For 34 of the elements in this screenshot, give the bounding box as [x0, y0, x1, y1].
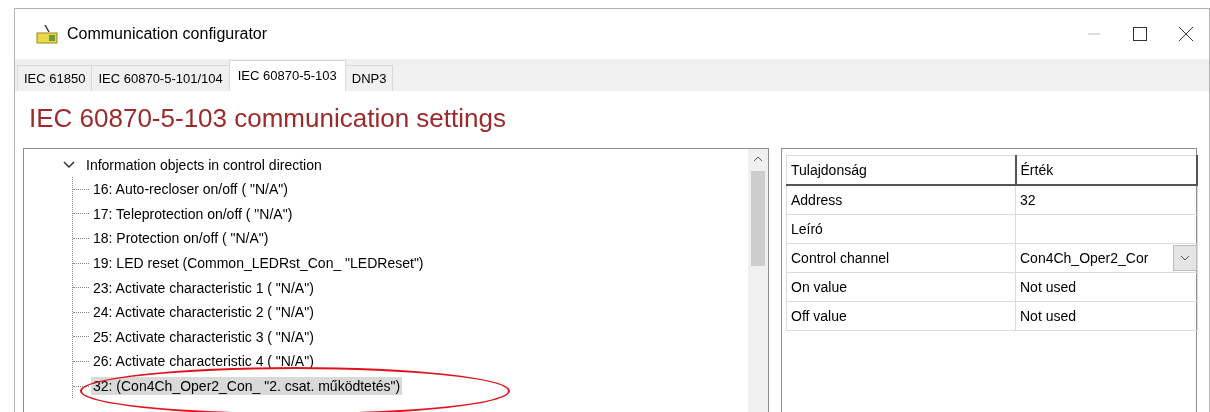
- app-icon: [35, 23, 59, 45]
- tab[interactable]: IEC 61850: [17, 65, 93, 91]
- column-header[interactable]: Érték: [1015, 155, 1197, 185]
- property-name: Off value: [786, 301, 1016, 331]
- scrollbar-thumb[interactable]: [751, 171, 765, 266]
- tree-item[interactable]: 25: Activate characteristic 3 ( "N/A"): [91, 327, 316, 346]
- caret-icon: [1179, 255, 1190, 261]
- property-dropdown[interactable]: Con4Ch_Oper2_Cor: [1015, 243, 1197, 273]
- tree-item[interactable]: 24: Activate characteristic 2 ( "N/A"): [91, 303, 316, 322]
- property-value[interactable]: Not used: [1015, 272, 1197, 302]
- page-heading: IEC 60870-5-103 communication settings: [28, 102, 507, 135]
- tree-item[interactable]: 23: Activate characteristic 1 ( "N/A"): [91, 278, 316, 297]
- tab[interactable]: IEC 60870-5-103: [228, 60, 346, 91]
- tree-item[interactable]: 19: LED reset (Common_LEDRst_Con_ "LEDReset"): [91, 254, 426, 273]
- tree-item[interactable]: 16: Auto-recloser on/off ( "N/A"): [91, 180, 290, 199]
- tree-item[interactable]: 18: Protection on/off ( "N/A"): [91, 229, 271, 248]
- tab[interactable]: DNP3: [344, 65, 394, 91]
- close-icon: [1179, 27, 1193, 41]
- column-header[interactable]: Tulajdonság: [786, 155, 1016, 185]
- property-name: On value: [786, 272, 1016, 302]
- property-name: Address: [786, 185, 1016, 215]
- scrollbar[interactable]: [748, 149, 768, 412]
- maximize-icon: [1133, 27, 1147, 41]
- minimize-icon: [1088, 33, 1100, 35]
- property-value[interactable]: 32: [1015, 185, 1197, 215]
- property-value[interactable]: Not used: [1015, 301, 1197, 331]
- scroll-up-icon[interactable]: [753, 156, 763, 162]
- chevron-icon[interactable]: [62, 160, 76, 170]
- window-title: Communication configurator: [67, 25, 268, 43]
- property-name: Control channel: [786, 243, 1016, 273]
- tree-item[interactable]: 32: (Con4Ch_Oper2_Con_ "2. csat. működtetés"): [91, 377, 403, 396]
- property-name: Leíró: [786, 214, 1016, 244]
- tree-item[interactable]: Information objects in control direction: [84, 156, 324, 174]
- tree-item[interactable]: 17: Teleprotection on/off ( "N/A"): [91, 204, 295, 223]
